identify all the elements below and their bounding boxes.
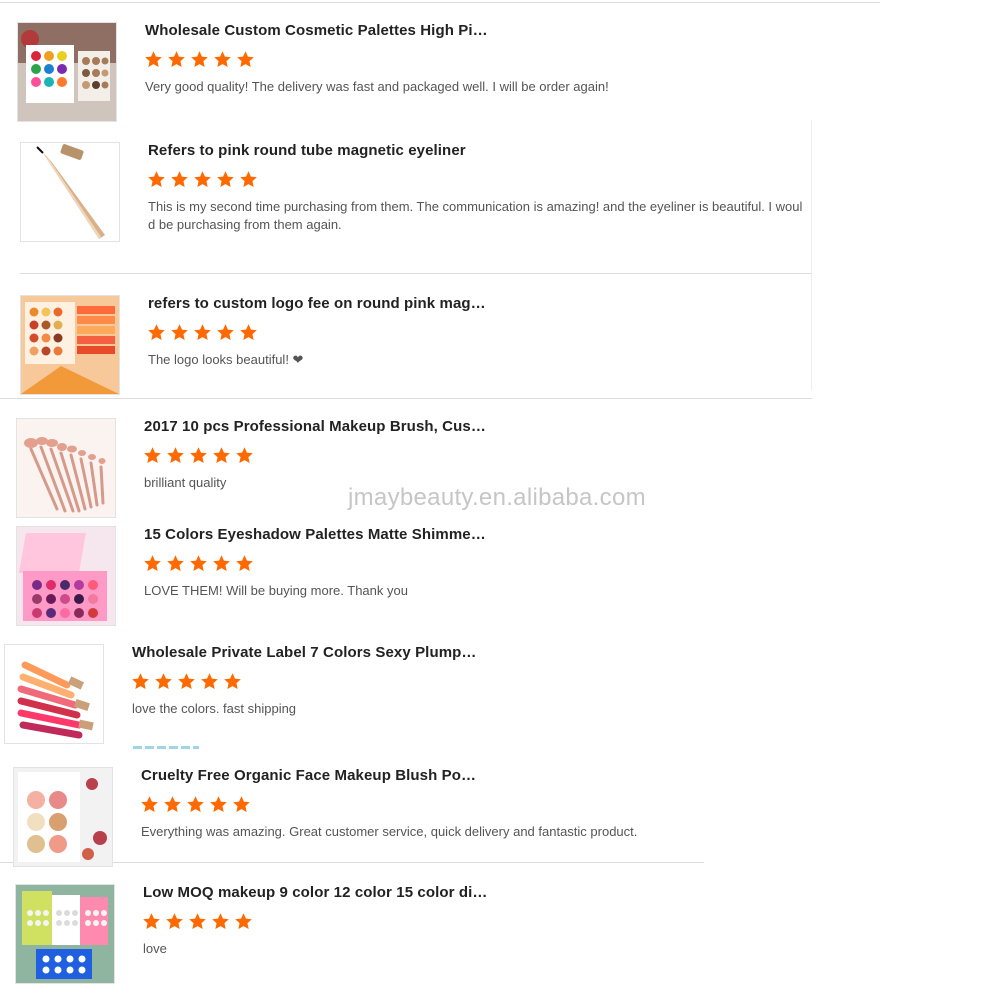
product-title-link[interactable]: Refers to pink round tube magnetic eyeli… — [148, 142, 493, 160]
star-icon — [190, 555, 207, 572]
star-icon — [214, 51, 231, 68]
star-icon — [201, 673, 218, 690]
star-icon — [191, 51, 208, 68]
rating-stars — [144, 50, 255, 70]
star-icon — [190, 447, 207, 464]
star-icon — [167, 447, 184, 464]
star-icon — [236, 555, 253, 572]
rating-stars — [142, 912, 253, 932]
star-icon — [132, 673, 149, 690]
product-title-link[interactable]: refers to custom logo fee on round pink … — [148, 295, 493, 313]
review-item: Wholesale Custom Cosmetic Palettes High … — [17, 22, 817, 124]
rating-stars — [140, 795, 251, 815]
review-item: Cruelty Free Organic Face Makeup Blush P… — [13, 767, 813, 869]
star-icon — [235, 913, 252, 930]
eyeliner-photo-icon — [21, 143, 119, 241]
star-icon — [171, 171, 188, 188]
review-comment: LOVE THEM! Will be buying more. Thank yo… — [144, 583, 408, 598]
eyeshadow-palette-photo-icon — [18, 23, 116, 121]
decorative-dash — [133, 746, 199, 749]
star-icon — [213, 555, 230, 572]
review-comment: The logo looks beautiful! ❤ — [148, 352, 304, 367]
diy-palette-photo-icon — [16, 885, 114, 983]
review-item: Low MOQ makeup 9 color 12 color 15 color… — [15, 884, 815, 986]
blush-palette-photo-icon — [14, 768, 112, 866]
star-icon — [212, 913, 229, 930]
review-item: Refers to pink round tube magnetic eyeli… — [20, 142, 820, 244]
rating-stars — [143, 554, 254, 574]
rating-stars — [143, 446, 254, 466]
product-thumbnail[interactable] — [16, 418, 116, 518]
star-icon — [144, 555, 161, 572]
star-icon — [210, 796, 227, 813]
product-thumbnail[interactable] — [17, 22, 117, 122]
star-icon — [141, 796, 158, 813]
rating-stars — [147, 323, 258, 343]
review-item: refers to custom logo fee on round pink … — [20, 295, 820, 397]
star-icon — [155, 673, 172, 690]
star-icon — [167, 555, 184, 572]
orange-palette-photo-icon — [21, 296, 119, 394]
star-icon — [233, 796, 250, 813]
star-icon — [145, 51, 162, 68]
product-title-link[interactable]: Low MOQ makeup 9 color 12 color 15 color… — [143, 884, 488, 902]
row-divider — [0, 398, 812, 399]
star-icon — [236, 447, 253, 464]
star-icon — [171, 324, 188, 341]
star-icon — [217, 171, 234, 188]
product-thumbnail[interactable] — [4, 644, 104, 744]
review-comment: Everything was amazing. Great customer s… — [141, 824, 638, 839]
star-icon — [166, 913, 183, 930]
watermark: jmaybeauty.en.alibaba.com — [348, 484, 646, 511]
star-icon — [187, 796, 204, 813]
review-comment: love — [143, 941, 167, 956]
makeup-brush-photo-icon — [17, 419, 115, 517]
star-icon — [178, 673, 195, 690]
lip-gloss-photo-icon — [5, 645, 103, 743]
star-icon — [144, 447, 161, 464]
star-icon — [168, 51, 185, 68]
rating-stars — [147, 170, 258, 190]
row-divider — [20, 273, 812, 274]
star-icon — [237, 51, 254, 68]
star-icon — [164, 796, 181, 813]
review-item: Wholesale Private Label 7 Colors Sexy Pl… — [4, 644, 804, 746]
star-icon — [189, 913, 206, 930]
review-item: 15 Colors Eyeshadow Palettes Matte Shimm… — [16, 526, 816, 628]
star-icon — [217, 324, 234, 341]
product-title-link[interactable]: Wholesale Custom Cosmetic Palettes High … — [145, 22, 490, 40]
product-thumbnail[interactable] — [16, 526, 116, 626]
star-icon — [148, 324, 165, 341]
pink-palette-photo-icon — [17, 527, 115, 625]
star-icon — [194, 171, 211, 188]
star-icon — [194, 324, 211, 341]
star-icon — [224, 673, 241, 690]
product-thumbnail[interactable] — [20, 142, 120, 242]
product-title-link[interactable]: Wholesale Private Label 7 Colors Sexy Pl… — [132, 644, 477, 662]
product-title-link[interactable]: Cruelty Free Organic Face Makeup Blush P… — [141, 767, 486, 785]
star-icon — [213, 447, 230, 464]
product-thumbnail[interactable] — [13, 767, 113, 867]
product-thumbnail[interactable] — [20, 295, 120, 395]
product-title-link[interactable]: 15 Colors Eyeshadow Palettes Matte Shimm… — [144, 526, 489, 544]
star-icon — [148, 171, 165, 188]
product-thumbnail[interactable] — [15, 884, 115, 984]
review-comment: love the colors. fast shipping — [132, 701, 297, 716]
review-comment: This is my second time purchasing from t… — [148, 199, 803, 232]
star-icon — [240, 324, 257, 341]
rating-stars — [131, 672, 242, 692]
product-title-link[interactable]: 2017 10 pcs Professional Makeup Brush, C… — [144, 418, 489, 436]
review-comment: Very good quality! The delivery was fast… — [145, 79, 609, 94]
top-divider — [0, 2, 880, 3]
star-icon — [240, 171, 257, 188]
star-icon — [143, 913, 160, 930]
